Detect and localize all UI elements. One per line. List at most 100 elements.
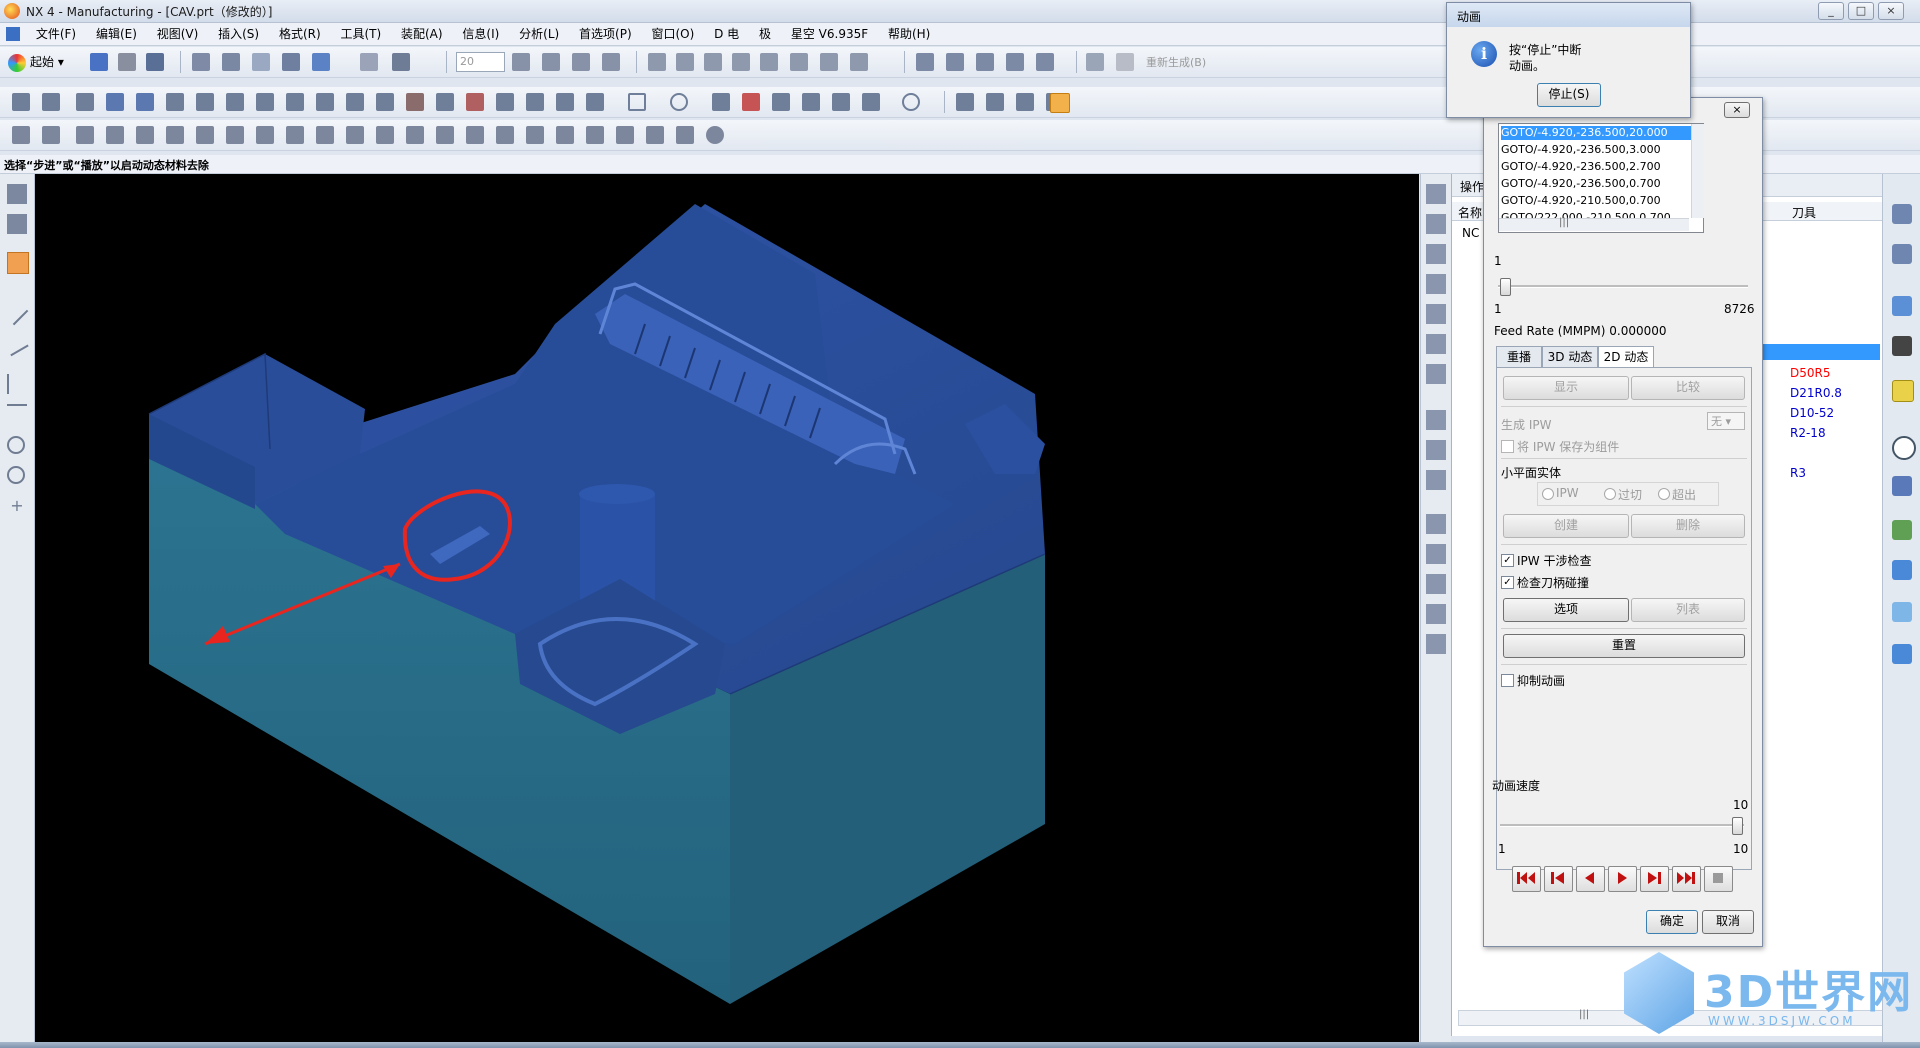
reset-button[interactable]: 重置 xyxy=(1503,634,1745,658)
fillet-icon[interactable] xyxy=(832,93,850,111)
feature-10-icon[interactable] xyxy=(286,126,304,144)
menu-preferences[interactable]: 首选项(P) xyxy=(571,23,640,45)
gouge-check-icon[interactable] xyxy=(316,93,334,111)
wcs-display-icon[interactable] xyxy=(790,53,808,71)
display-button[interactable]: 显示 xyxy=(1503,376,1629,400)
menu-format[interactable]: 格式(R) xyxy=(271,23,329,45)
simulate-icon[interactable] xyxy=(196,93,214,111)
layer-settings-icon[interactable] xyxy=(512,53,530,71)
tool-d10-52[interactable]: D10-52 xyxy=(1790,406,1834,420)
postprocess-icon[interactable] xyxy=(226,93,244,111)
fit-view-icon[interactable] xyxy=(192,53,210,71)
menu-pole[interactable]: 极 xyxy=(751,23,779,45)
create-operation-icon[interactable] xyxy=(1036,53,1054,71)
role-icon[interactable] xyxy=(1892,476,1912,496)
nav-icon-11[interactable] xyxy=(1426,514,1446,534)
feature-6-icon[interactable] xyxy=(166,126,184,144)
step-slider-thumb[interactable] xyxy=(1500,278,1511,296)
speed-slider-track[interactable] xyxy=(1500,824,1744,827)
back-arrow-icon[interactable] xyxy=(106,93,124,111)
column-name[interactable]: 名称 xyxy=(1458,204,1482,221)
center-point-icon[interactable] xyxy=(7,436,25,454)
palette-icon[interactable] xyxy=(1892,560,1912,580)
line-icon[interactable] xyxy=(5,302,29,326)
layer-dropdown[interactable]: 20 xyxy=(456,52,505,72)
menu-analysis[interactable]: 分析(L) xyxy=(511,23,567,45)
menu-window[interactable]: 窗口(O) xyxy=(643,23,702,45)
circle-icon[interactable] xyxy=(902,93,920,111)
delete-button[interactable]: 删除 xyxy=(1631,514,1745,538)
transform-icon[interactable] xyxy=(286,93,304,111)
snap-icon[interactable] xyxy=(7,214,27,234)
hole-icon[interactable] xyxy=(586,93,604,111)
create-method-icon[interactable] xyxy=(1006,53,1024,71)
tool-view-icon[interactable] xyxy=(986,93,1004,111)
holder-check-checkbox[interactable]: ✓ xyxy=(1501,576,1514,589)
list-button[interactable]: 列表 xyxy=(1631,598,1745,622)
select-icon[interactable] xyxy=(7,184,27,204)
feature-17-icon[interactable] xyxy=(496,126,514,144)
view-orient-icon[interactable] xyxy=(392,53,410,71)
clock-icon[interactable] xyxy=(1892,436,1916,460)
material-icon[interactable] xyxy=(406,93,424,111)
curve-icon[interactable] xyxy=(7,374,17,394)
goto-line[interactable]: GOTO/-4.920,-236.500,0.700 xyxy=(1501,177,1691,191)
zoom-icon[interactable] xyxy=(252,53,270,71)
create-tool-icon[interactable] xyxy=(946,53,964,71)
nav-icon-12[interactable] xyxy=(1426,544,1446,564)
feature-4-icon[interactable] xyxy=(106,126,124,144)
wcs-set-icon[interactable] xyxy=(760,53,778,71)
tool-d21r08[interactable]: D21R0.8 xyxy=(1790,386,1842,400)
close-button[interactable]: × xyxy=(1878,2,1904,20)
speed-slider-thumb[interactable] xyxy=(1732,817,1743,835)
feature-21-icon[interactable] xyxy=(616,126,634,144)
ipw-icon[interactable] xyxy=(466,93,484,111)
highlighted-tool-icon[interactable] xyxy=(1050,93,1070,113)
wcs-menu-icon[interactable] xyxy=(850,53,868,71)
system-icon[interactable] xyxy=(1892,644,1912,664)
swept-volume-icon[interactable] xyxy=(436,93,454,111)
create-program-icon[interactable] xyxy=(916,53,934,71)
radio-gouge[interactable] xyxy=(1604,488,1616,500)
block-icon[interactable] xyxy=(496,93,514,111)
users-icon[interactable] xyxy=(1892,520,1912,540)
list-path-icon[interactable] xyxy=(76,93,94,111)
feature-5-icon[interactable] xyxy=(136,126,154,144)
clsf-output-icon[interactable] xyxy=(256,93,274,111)
point-icon[interactable] xyxy=(742,93,760,111)
step-back-operation-button[interactable] xyxy=(1544,866,1573,892)
nav-selected-row[interactable] xyxy=(1752,344,1880,360)
wcs-origin-icon[interactable] xyxy=(676,53,694,71)
forward-arrow-icon[interactable] xyxy=(136,93,154,111)
nav-icon-2[interactable] xyxy=(1426,214,1446,234)
operation-nav-icon[interactable] xyxy=(956,93,974,111)
regenerate-label[interactable]: 重新生成(B) xyxy=(1146,54,1206,70)
menu-information[interactable]: 信息(I) xyxy=(454,23,507,45)
wcs-orient-icon[interactable] xyxy=(732,53,750,71)
feature-24-icon[interactable] xyxy=(706,126,724,144)
menu-help[interactable]: 帮助(H) xyxy=(880,23,938,45)
step-forward-operation-button[interactable] xyxy=(1640,866,1669,892)
new-file-icon[interactable] xyxy=(90,53,108,71)
goto-v-scrollbar[interactable] xyxy=(1691,124,1704,218)
options-button[interactable]: 选项 xyxy=(1503,598,1629,622)
axis-icon[interactable] xyxy=(7,404,27,426)
menu-electrode[interactable]: D 电 xyxy=(706,23,747,45)
feature-16-icon[interactable] xyxy=(466,126,484,144)
open-file-icon[interactable] xyxy=(118,53,136,71)
generate-ipw-dropdown[interactable]: 无 ▾ xyxy=(1707,412,1745,430)
tab-replay[interactable]: 重播 xyxy=(1496,346,1542,367)
nav-icon-13[interactable] xyxy=(1426,574,1446,594)
wcs-dynamic-icon[interactable] xyxy=(648,53,666,71)
stop-button[interactable]: 停止(S) xyxy=(1537,83,1601,107)
maximize-button[interactable]: □ xyxy=(1848,2,1874,20)
feature-8-icon[interactable] xyxy=(226,126,244,144)
menu-xingkong[interactable]: 星空 V6.935F xyxy=(783,23,876,45)
stop-playback-button[interactable] xyxy=(1704,866,1733,892)
ok-button[interactable]: 确定 xyxy=(1646,910,1698,934)
radio-ipw[interactable] xyxy=(1542,488,1554,500)
nav-icon-6[interactable] xyxy=(1426,334,1446,354)
cylinder-icon[interactable] xyxy=(526,93,544,111)
tab-3d-dynamic[interactable]: 3D 动态 xyxy=(1542,346,1598,367)
offset-icon[interactable] xyxy=(772,93,790,111)
